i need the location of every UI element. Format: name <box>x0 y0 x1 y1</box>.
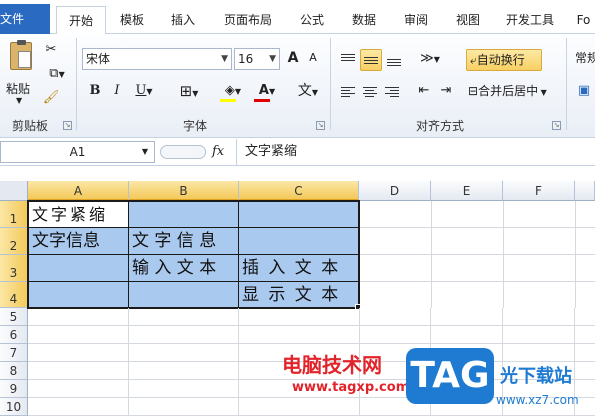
cell-b3[interactable]: 输 入 文 本 <box>129 255 239 282</box>
merge-icon: ⊟ <box>468 84 479 98</box>
tab-file[interactable]: 文件 <box>0 4 50 34</box>
cell-b1[interactable] <box>129 201 239 228</box>
borders-icon[interactable]: ⊞▼ <box>172 81 206 103</box>
currency-icon[interactable]: ▣ <box>574 81 594 103</box>
tab-data[interactable]: 数据 <box>344 6 384 34</box>
cell-c1[interactable] <box>239 201 359 228</box>
alignment-group-label: 对齐方式 <box>415 119 464 133</box>
font-color-button[interactable]: A▼ <box>252 81 282 103</box>
row-header-6[interactable]: 6 <box>0 326 28 344</box>
align-left-icon[interactable] <box>338 81 358 103</box>
column-header-e[interactable]: E <box>431 181 503 201</box>
wrap-text-button[interactable]: ⤶自动换行 <box>466 49 542 71</box>
increase-indent-icon[interactable]: ⇥ <box>436 81 456 103</box>
row-header-5[interactable]: 5 <box>0 308 28 326</box>
decrease-indent-icon[interactable]: ⇤ <box>414 81 434 103</box>
watermark-side-text: 光下载站 <box>500 366 572 387</box>
empty-cells-right[interactable] <box>360 201 595 308</box>
alignment-launcher-icon[interactable]: ↘ <box>552 121 561 130</box>
name-box[interactable]: A1 ▼ <box>0 141 155 163</box>
formula-bar-splitter[interactable] <box>160 145 206 159</box>
formula-input[interactable]: 文字紧缩 <box>236 139 595 165</box>
number-format-select[interactable]: 常规 <box>572 48 595 70</box>
clipboard-group-label: 剪贴板 <box>11 119 48 133</box>
cell-b2[interactable]: 文 字 信 息 <box>129 228 239 255</box>
clipboard-launcher-icon[interactable]: ↘ <box>63 121 72 130</box>
column-header-g[interactable] <box>575 181 595 201</box>
font-name-value: 宋体 <box>86 52 111 66</box>
column-header-a[interactable]: A <box>28 181 129 201</box>
orientation-icon[interactable]: ≫▼ <box>416 49 444 71</box>
watermark-text: 电脑技术网 <box>282 353 382 377</box>
row-header-1[interactable]: 1 <box>0 201 28 228</box>
row-header-9[interactable]: 9 <box>0 380 28 398</box>
italic-button[interactable]: I <box>108 81 126 103</box>
cell-b4[interactable] <box>129 282 239 308</box>
align-right-icon[interactable] <box>382 81 402 103</box>
column-header-c[interactable]: C <box>239 181 359 201</box>
row-header-8[interactable]: 8 <box>0 362 28 380</box>
paste-icon <box>10 40 32 70</box>
column-header-b[interactable]: B <box>129 181 239 201</box>
ribbon: 粘贴 ▼ ✂ ⧉▼ 🖌 剪贴板 ↘ 宋体 ▼ 16 ▼ A A B I U▼ ⊞▼ … <box>0 34 595 138</box>
grow-font-button[interactable]: A <box>284 48 302 70</box>
chevron-down-icon: ▼ <box>269 54 276 64</box>
align-top-icon[interactable] <box>338 49 358 71</box>
tab-developer[interactable]: 开发工具 <box>500 6 560 34</box>
font-group-label: 字体 <box>182 119 207 133</box>
format-painter-icon[interactable]: 🖌 <box>42 88 60 110</box>
chevron-down-icon: ▼ <box>16 96 23 105</box>
cell-a2[interactable]: 文字信息 <box>28 228 129 255</box>
chevron-down-icon: ▼ <box>141 147 148 156</box>
font-name-select[interactable]: 宋体 ▼ <box>82 48 232 70</box>
column-header-f[interactable]: F <box>503 181 575 201</box>
align-bottom-icon[interactable] <box>384 49 404 71</box>
tab-review[interactable]: 审阅 <box>396 6 436 34</box>
tab-template[interactable]: 模板 <box>112 6 152 34</box>
cell-a3[interactable] <box>28 255 129 282</box>
column-header-d[interactable]: D <box>359 181 431 201</box>
cell-a1[interactable]: 文字紧缩 <box>28 201 129 228</box>
watermark-side-url: www.xz7.com <box>496 393 579 407</box>
tab-view[interactable]: 视图 <box>448 6 488 34</box>
cell-c4[interactable]: 显 示 文 本 <box>239 282 359 308</box>
watermark-url: www.tagxp.com <box>292 380 410 395</box>
font-launcher-icon[interactable]: ↘ <box>316 121 325 130</box>
tab-home[interactable]: 开始 <box>56 6 106 35</box>
align-center-icon[interactable] <box>360 81 380 103</box>
row-header-3[interactable]: 3 <box>0 255 28 282</box>
ribbon-tab-bar: 文件 开始 模板 插入 页面布局 公式 数据 审阅 视图 开发工具 Fo <box>0 0 595 35</box>
watermark-logo: TAG <box>406 348 494 404</box>
tab-page-layout[interactable]: 页面布局 <box>218 6 278 34</box>
bold-button[interactable]: B <box>86 81 104 103</box>
paste-label: 粘贴 <box>6 82 31 96</box>
row-header-2[interactable]: 2 <box>0 228 28 255</box>
paste-button[interactable]: 粘贴 ▼ <box>4 38 38 108</box>
font-size-value: 16 <box>238 52 254 66</box>
phonetic-button[interactable]: 文▼ <box>292 81 324 103</box>
copy-icon[interactable]: ⧉▼ <box>42 64 72 86</box>
cut-icon[interactable]: ✂ <box>42 40 60 62</box>
cell-c2[interactable] <box>239 228 359 255</box>
select-all-corner[interactable] <box>0 181 28 201</box>
tab-formulas[interactable]: 公式 <box>292 6 332 34</box>
merge-center-button[interactable]: ⊟合并后居中 ▼ <box>466 81 560 103</box>
tab-more[interactable]: Fo <box>572 6 595 34</box>
cell-a4[interactable] <box>28 282 129 308</box>
row-header-10[interactable]: 10 <box>0 398 28 416</box>
wrap-text-icon: ⤶ <box>470 53 477 67</box>
fill-color-icon[interactable]: ◈▼ <box>218 81 248 103</box>
row-header-4[interactable]: 4 <box>0 282 28 308</box>
font-size-select[interactable]: 16 ▼ <box>234 48 280 70</box>
chevron-down-icon: ▼ <box>221 54 228 64</box>
row-header-7[interactable]: 7 <box>0 344 28 362</box>
insert-function-button[interactable]: fx <box>212 141 232 163</box>
cell-c3[interactable]: 插 入 文 本 <box>239 255 359 282</box>
shrink-font-button[interactable]: A <box>304 48 322 70</box>
tab-insert[interactable]: 插入 <box>163 6 203 34</box>
underline-button[interactable]: U▼ <box>130 81 158 103</box>
align-middle-icon[interactable] <box>360 49 382 71</box>
